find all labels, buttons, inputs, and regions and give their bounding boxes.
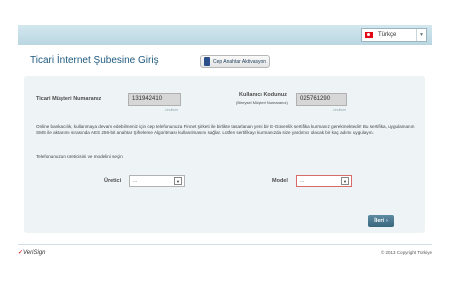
chevron-down-icon: ▼ (416, 29, 426, 41)
arrow-right-icon: › (386, 218, 388, 224)
username-field: 025761290 (296, 93, 347, 106)
certificate-info-text: Online bankacılık, kullanmaya devam edeb… (36, 124, 415, 135)
customer-number-field: 131942410 (128, 93, 181, 106)
copyright-text: © 2013 Copyright Türkiye (380, 250, 432, 255)
phone-icon (204, 57, 210, 66)
language-label: Türkçe (378, 32, 397, 38)
device-prompt: Telefonunuzun üreticisini ve modelini se… (36, 154, 123, 159)
manufacturer-label: Üretici (104, 178, 122, 184)
manufacturer-select[interactable]: ... ▼ (129, 175, 185, 187)
customer-number-forgot-link[interactable]: Unuttum (165, 108, 178, 112)
chevron-down-icon: ▼ (174, 177, 182, 185)
chevron-down-icon: ▼ (341, 177, 349, 185)
username-sublabel: (Bireysel Müşteri Numaranız) (236, 100, 288, 105)
language-select[interactable]: Türkçe ▼ (361, 28, 427, 42)
manufacturer-value: ... (133, 178, 138, 184)
otp-activation-label: Cep Anahtar Aktivasyon (213, 58, 267, 65)
otp-activation-button[interactable]: Cep Anahtar Aktivasyon (200, 55, 270, 68)
model-select[interactable]: ... ▼ (296, 175, 352, 187)
next-button[interactable]: İleri › (368, 215, 394, 227)
verisign-logo-text: VeriSign (23, 250, 46, 256)
model-label: Model (272, 178, 288, 184)
username-forgot-link[interactable]: Unuttum (333, 108, 346, 112)
page-title: Ticari İnternet Şubesine Giriş (30, 55, 159, 66)
footer-divider (18, 244, 432, 245)
username-label: Kullanıcı Kodunuz (239, 92, 287, 98)
verisign-logo: ✓VeriSign (18, 249, 46, 256)
top-bar: Türkçe ▼ (18, 25, 432, 45)
next-label: İleri (374, 218, 385, 224)
turkey-flag-icon (365, 32, 373, 38)
model-value: ... (300, 178, 305, 184)
customer-number-label: Ticari Müşteri Numaranız (36, 96, 102, 102)
login-page: Türkçe ▼ Ticari İnternet Şubesine Giriş … (0, 0, 450, 281)
